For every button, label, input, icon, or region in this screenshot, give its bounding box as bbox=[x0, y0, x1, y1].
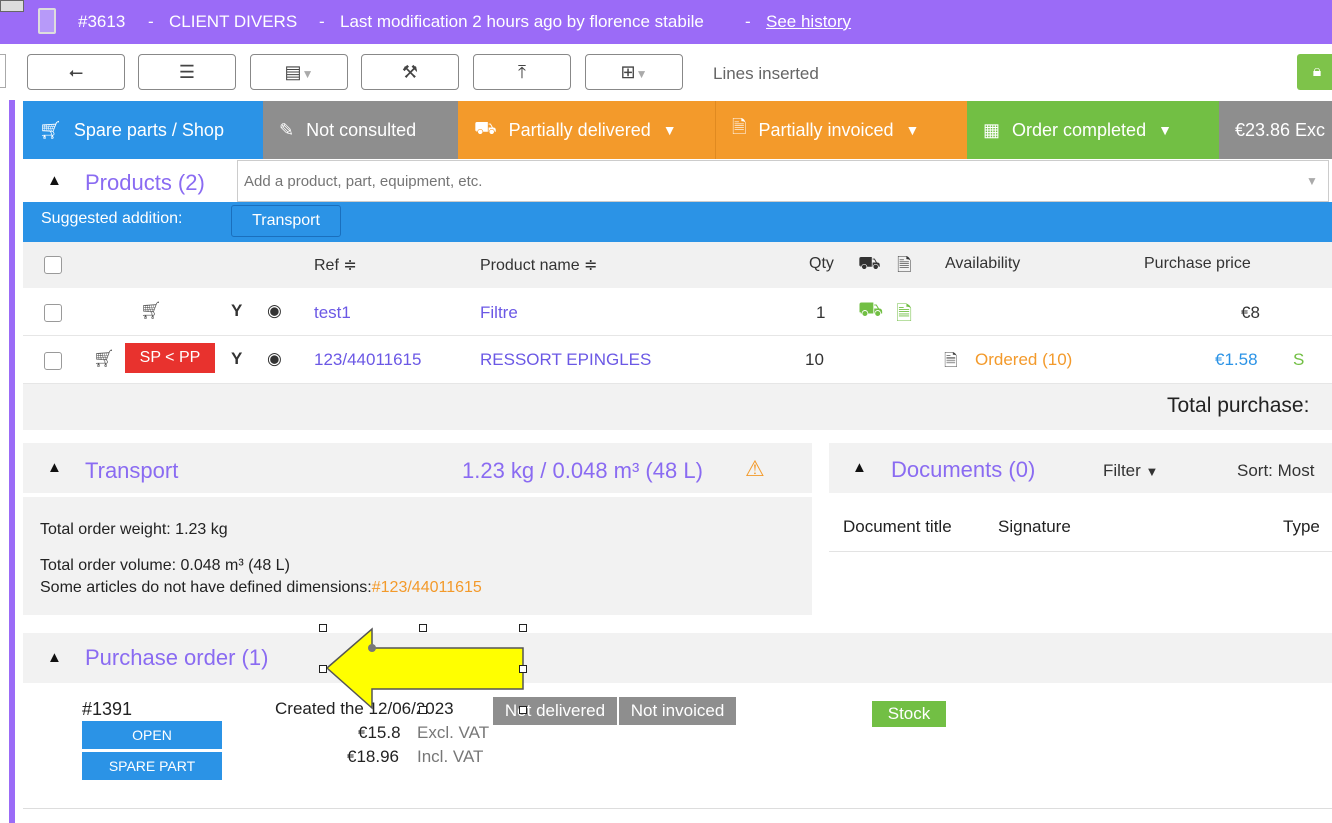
selection-handle[interactable] bbox=[419, 706, 427, 714]
selection-handle[interactable] bbox=[419, 624, 427, 632]
annotation-arrow[interactable] bbox=[0, 0, 1332, 823]
selection-handle[interactable] bbox=[519, 706, 527, 714]
yellow-arrow-shape bbox=[325, 627, 524, 710]
selection-handle[interactable] bbox=[519, 665, 527, 673]
selection-handle[interactable] bbox=[519, 624, 527, 632]
selection-handle[interactable] bbox=[319, 624, 327, 632]
selection-handle[interactable] bbox=[319, 665, 327, 673]
arrow-control-point bbox=[368, 644, 376, 652]
